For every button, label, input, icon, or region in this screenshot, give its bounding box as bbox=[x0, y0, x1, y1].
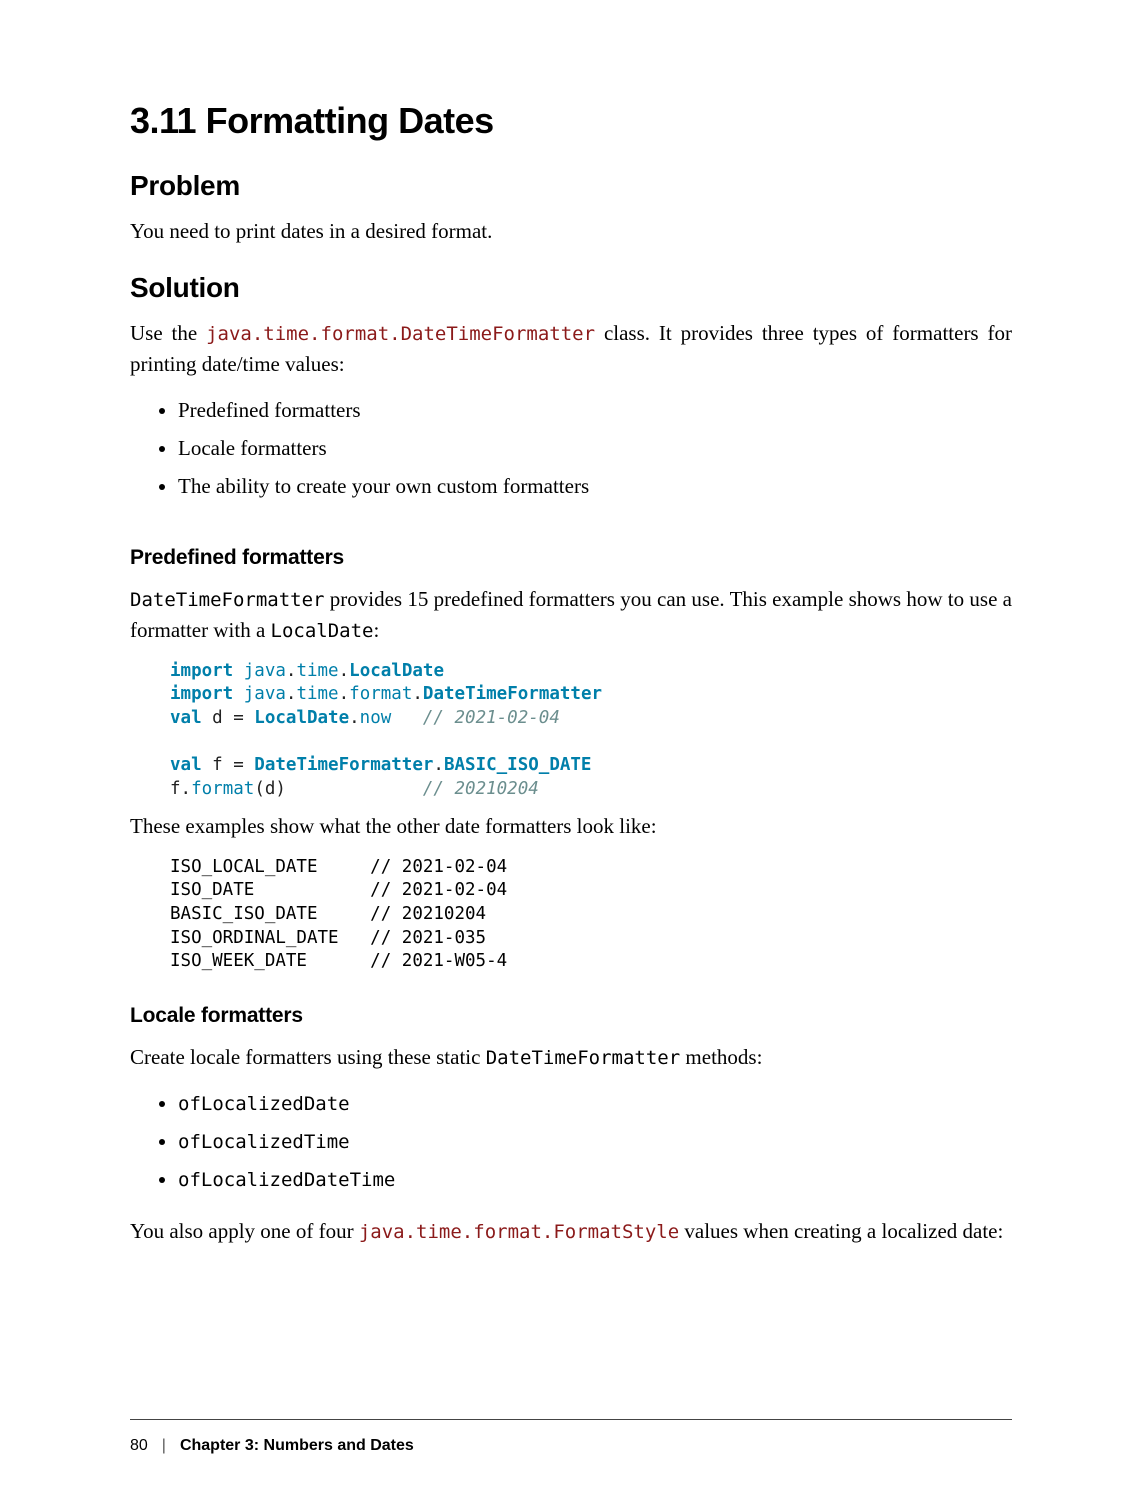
predefined-after-code: These examples show what the other date … bbox=[130, 811, 1012, 841]
list-item: Locale formatters bbox=[178, 431, 1012, 467]
list-item: ofLocalizedDateTime bbox=[178, 1162, 1012, 1198]
code-token: DateTimeFormatter bbox=[423, 684, 602, 704]
code-token: = bbox=[233, 708, 254, 728]
page: 3.11 Formatting Dates Problem You need t… bbox=[0, 0, 1142, 1500]
locale-intro: Create locale formatters using these sta… bbox=[130, 1042, 1012, 1073]
code-token: import bbox=[170, 661, 233, 681]
problem-text: You need to print dates in a desired for… bbox=[130, 216, 1012, 246]
code-token: format bbox=[349, 684, 412, 704]
code-token: . bbox=[339, 684, 350, 704]
code-token: LocalDate bbox=[349, 661, 444, 681]
code-token: . bbox=[349, 708, 360, 728]
code-block-predefined: import java.time.LocalDate import java.t… bbox=[170, 660, 1012, 802]
page-footer: 80 | Chapter 3: Numbers and Dates bbox=[130, 1437, 1012, 1455]
footer-separator: | bbox=[162, 1437, 166, 1455]
code-token: . bbox=[412, 684, 423, 704]
inline-code: ofLocalizedDate bbox=[178, 1093, 350, 1115]
code-token: now bbox=[360, 708, 392, 728]
code-token: BASIC_ISO_DATE bbox=[444, 755, 592, 775]
code-token: LocalDate bbox=[254, 708, 349, 728]
code-token: . bbox=[286, 684, 297, 704]
code-token: d bbox=[202, 708, 234, 728]
inline-code: LocalDate bbox=[271, 620, 374, 642]
text: methods: bbox=[680, 1045, 762, 1069]
code-token: f bbox=[202, 755, 234, 775]
section-title: 3.11 Formatting Dates bbox=[130, 100, 1012, 142]
footer-rule bbox=[130, 1419, 1012, 1420]
locale-bullets: ofLocalizedDate ofLocalizedTime ofLocali… bbox=[130, 1086, 1012, 1197]
locale-heading: Locale formatters bbox=[130, 1004, 1012, 1028]
text: Create locale formatters using these sta… bbox=[130, 1045, 486, 1069]
list-item: The ability to create your own custom fo… bbox=[178, 469, 1012, 505]
code-token: f bbox=[170, 779, 181, 799]
locale-outro: You also apply one of four java.time.for… bbox=[130, 1216, 1012, 1247]
code-comment: // 20210204 bbox=[423, 779, 539, 799]
code-token: DateTimeFormatter bbox=[254, 755, 433, 775]
code-token: import bbox=[170, 684, 233, 704]
inline-code: DateTimeFormatter bbox=[130, 589, 324, 611]
predefined-heading: Predefined formatters bbox=[130, 546, 1012, 570]
page-number: 80 bbox=[130, 1437, 148, 1455]
code-token: . bbox=[433, 755, 444, 775]
inline-code: ofLocalizedTime bbox=[178, 1131, 350, 1153]
problem-heading: Problem bbox=[130, 170, 1012, 202]
code-token: . bbox=[286, 661, 297, 681]
text: Use the bbox=[130, 321, 206, 345]
code-token: = bbox=[233, 755, 254, 775]
list-item: Predefined formatters bbox=[178, 393, 1012, 429]
code-token: java bbox=[233, 661, 286, 681]
code-token: time bbox=[296, 684, 338, 704]
code-token: time bbox=[296, 661, 338, 681]
inline-code: java.time.format.FormatStyle bbox=[359, 1221, 679, 1243]
list-item: ofLocalizedTime bbox=[178, 1124, 1012, 1160]
inline-code: ofLocalizedDateTime bbox=[178, 1169, 395, 1191]
text: values when creating a localized date: bbox=[679, 1219, 1003, 1243]
solution-bullets: Predefined formatters Locale formatters … bbox=[130, 393, 1012, 504]
code-token: (d) bbox=[254, 779, 286, 799]
code-block-examples: ISO_LOCAL_DATE // 2021-02-04 ISO_DATE //… bbox=[170, 856, 1012, 974]
inline-code: java.time.format.DateTimeFormatter bbox=[206, 323, 595, 345]
code-token bbox=[286, 779, 423, 799]
chapter-label: Chapter 3: Numbers and Dates bbox=[180, 1437, 414, 1455]
code-token: java bbox=[233, 684, 286, 704]
code-comment: // 2021-02-04 bbox=[423, 708, 560, 728]
solution-heading: Solution bbox=[130, 272, 1012, 304]
predefined-para: DateTimeFormatter provides 15 predefined… bbox=[130, 584, 1012, 645]
code-token bbox=[391, 708, 423, 728]
code-token: val bbox=[170, 755, 202, 775]
inline-code: DateTimeFormatter bbox=[486, 1047, 680, 1069]
code-token: . bbox=[181, 779, 192, 799]
text: : bbox=[373, 618, 379, 642]
code-token: val bbox=[170, 708, 202, 728]
code-token: format bbox=[191, 779, 254, 799]
solution-intro: Use the java.time.format.DateTimeFormatt… bbox=[130, 318, 1012, 379]
code-token: . bbox=[339, 661, 350, 681]
list-item: ofLocalizedDate bbox=[178, 1086, 1012, 1122]
text: You also apply one of four bbox=[130, 1219, 359, 1243]
